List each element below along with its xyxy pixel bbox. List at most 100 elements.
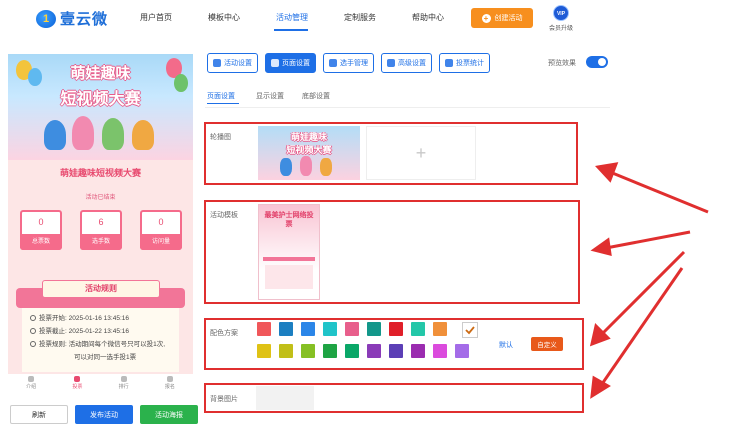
color-swatch[interactable] [433,344,447,358]
home-icon [28,376,35,382]
template-thumb-content [265,265,313,289]
create-activity-label: 创建活动 [494,15,523,22]
color-swatch[interactable] [367,344,381,358]
stat-visits: 0 访问量 [140,210,182,250]
color-swatch[interactable] [455,344,469,358]
nav-activity-management[interactable]: 活动管理 [276,12,308,23]
banner-title-line1: 萌娃趣味 [70,65,131,82]
carousel-upload-button[interactable]: + [366,126,476,180]
color-swatch[interactable] [433,322,447,336]
color-swatch[interactable] [257,344,271,358]
stat-value: 0 [158,217,164,227]
tab-contestant-management[interactable]: 选手管理 [323,53,374,73]
rule-key: 投票规则: [39,341,67,348]
activity-title: 萌娃趣味短视频大赛 [59,168,141,178]
color-swatch[interactable] [323,322,337,336]
rule-value: 2025-01-16 13:45:16 [68,315,129,322]
tab-signup[interactable]: 报名 [147,374,193,394]
carousel-label: 轮播图 [210,134,231,141]
tab-intro[interactable]: 介绍 [8,374,54,394]
vip-upgrade[interactable]: VIP 会员升级 [546,5,576,32]
child-figure-icon [320,158,332,176]
preview-tabbar: 介绍 投票 排行 报名 [8,374,193,394]
nav-home[interactable]: 用户首页 [140,12,172,23]
color-swatch[interactable] [279,344,293,358]
template-label: 活动模板 [210,212,238,219]
tab-advanced-settings[interactable]: 高级设置 [381,53,432,73]
create-activity-button[interactable]: + 创建活动 [471,8,533,28]
tab-label: 报名 [164,384,175,390]
publish-activity-button[interactable]: 发布活动 [75,405,133,424]
users-icon [329,59,337,67]
template-thumbnail[interactable]: 最美护士网络投票 [258,204,320,300]
clock-icon [30,315,36,321]
activity-poster-button[interactable]: 活动海报 [140,405,198,424]
top-navbar: 1 壹云微 用户首页 模板中心 活动管理 定制服务 帮助中心 + 创建活动 VI… [0,0,750,38]
activity-status: 活动已结束 [85,195,116,201]
color-swatch[interactable] [323,344,337,358]
child-figure-icon [72,116,94,150]
stat-value: 0 [38,217,44,227]
template-thumb-bar [263,257,315,261]
stat-label: 访问量 [140,234,182,250]
rule-row: 投票开始: 2025-01-16 13:45:16 [30,312,171,325]
rules-title: 活动规则 [42,280,160,298]
nav-help[interactable]: 帮助中心 [412,12,444,23]
background-image-upload[interactable] [256,386,314,410]
selected-color-check[interactable] [462,322,478,338]
tab-label: 投票 [72,384,83,390]
color-swatch[interactable] [389,322,403,336]
rule-value: 2025-01-22 13:45:16 [68,328,129,335]
default-color-link[interactable]: 默认 [499,340,513,350]
stat-label: 总票数 [20,234,62,250]
vip-label: 会员升级 [548,26,573,32]
color-swatch[interactable] [257,322,271,336]
banner-title-line2: 短视频大赛 [60,91,141,108]
logo-text: 壹云微 [60,11,109,28]
logo[interactable]: 1 壹云微 [36,8,108,29]
tab-vote[interactable]: 投票 [54,374,100,394]
carousel-image[interactable]: 萌娃趣味 短视频大赛 [258,126,360,180]
logo-icon: 1 [36,9,56,28]
subtab-active-indicator [207,103,239,104]
gear-icon [271,59,279,67]
subtab-footer-settings[interactable]: 底部设置 [302,91,330,101]
color-swatch[interactable] [411,322,425,336]
arrow-icon [589,162,709,399]
stat-contestants: 6 选手数 [80,210,122,250]
phone-preview: 萌娃趣味 短视频大赛 萌娃趣味短视频大赛 活动已结束 0 总票数 6 选手数 0… [8,54,193,394]
tab-activity-settings[interactable]: 活动设置 [207,53,258,73]
subtab-page-settings[interactable]: 页面设置 [207,91,235,101]
color-swatch[interactable] [389,344,403,358]
rule-row: 投票规则: 活动期间每个微信号只可以投1次, [30,338,171,351]
preview-toggle-label: 预览效果 [548,60,576,67]
color-swatch[interactable] [411,344,425,358]
toolbar-label: 活动设置 [224,60,252,67]
color-swatch[interactable] [367,322,381,336]
tab-vote-statistics[interactable]: 投票统计 [439,53,490,73]
preview-toggle[interactable] [586,56,608,68]
child-figure-icon [44,120,66,150]
color-swatch[interactable] [279,322,293,336]
color-swatch[interactable] [345,344,359,358]
background-image-label: 背景图片 [210,396,238,403]
preview-banner: 萌娃趣味 短视频大赛 [8,54,193,160]
banner-title: 萌娃趣味 短视频大赛 [8,62,193,109]
rule-row: 投票截止: 2025-01-22 13:45:16 [30,325,171,338]
subtab-display-settings[interactable]: 显示设置 [256,91,284,101]
custom-color-button[interactable]: 自定义 [531,337,563,351]
color-swatch[interactable] [301,322,315,336]
refresh-button[interactable]: 刷新 [10,405,68,424]
rule-key: 投票截止: [39,328,67,335]
child-figure-icon [280,158,292,176]
carousel-title-line1: 萌娃趣味 [290,132,327,142]
annotation-arrows [589,162,709,399]
toolbar-label: 投票统计 [456,60,484,67]
color-swatch[interactable] [301,344,315,358]
tab-page-settings[interactable]: 页面设置 [265,53,316,73]
color-swatch[interactable] [345,322,359,336]
signup-icon [166,376,173,382]
nav-templates[interactable]: 模板中心 [208,12,240,23]
nav-custom-service[interactable]: 定制服务 [344,12,376,23]
tab-ranking[interactable]: 排行 [101,374,147,394]
